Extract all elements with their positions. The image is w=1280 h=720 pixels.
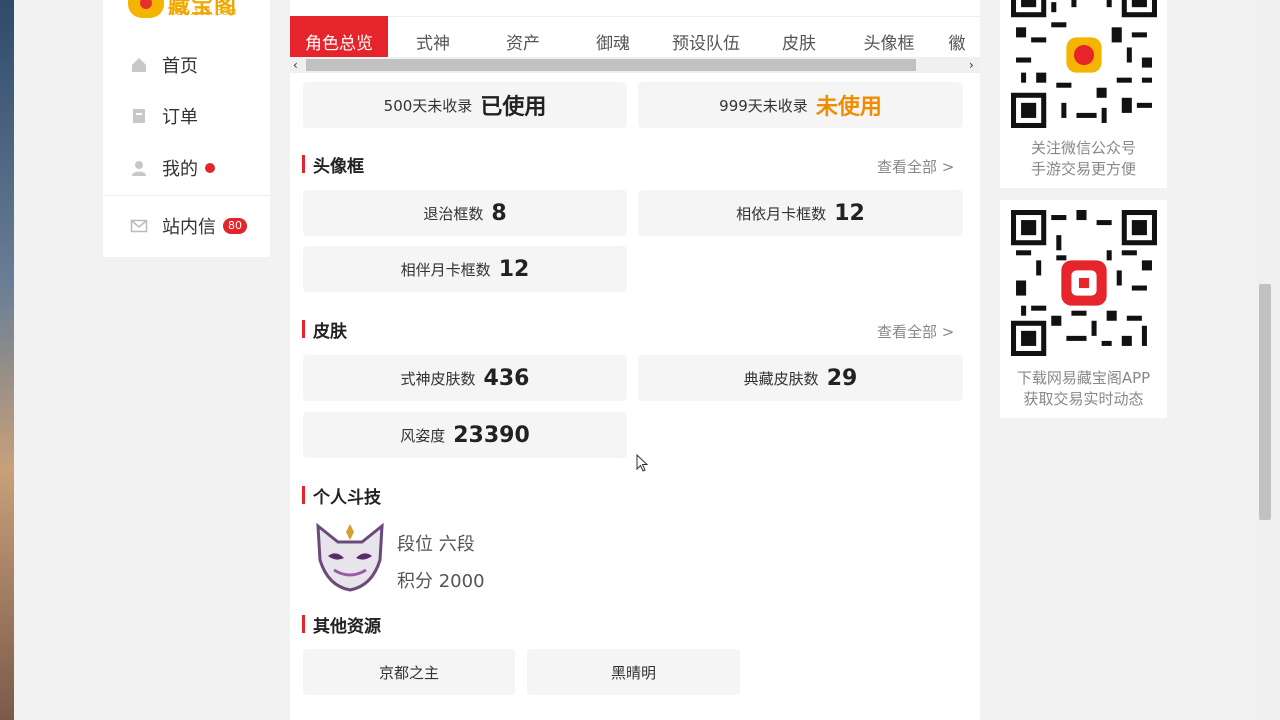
order-icon xyxy=(130,107,148,125)
resource-card: 黑晴明 xyxy=(527,649,740,695)
wechat-qr-card: 关注微信公众号 手游交易更方便 xyxy=(1000,0,1167,188)
card-label: 500天未收录 xyxy=(383,96,473,115)
section-accent-bar xyxy=(302,155,305,173)
tab-preset-team[interactable]: 预设队伍 xyxy=(658,16,754,58)
sidebar-item-messages[interactable]: 站内信 80 xyxy=(103,206,270,246)
chevron-left-icon[interactable]: ‹ xyxy=(293,57,298,73)
stat-card: 相依月卡框数 12 xyxy=(638,190,963,236)
rank-row: 段位 六段 xyxy=(397,530,475,556)
section-title-other: 其他资源 xyxy=(302,613,381,637)
logo-subtext: CBG.163.COM xyxy=(170,8,238,17)
score-label: 积分 xyxy=(397,571,433,592)
app-qr-code xyxy=(1011,210,1157,356)
sidebar-item-orders[interactable]: 订单 xyxy=(103,96,270,136)
card-value: 已使用 xyxy=(480,95,547,120)
sidebar-item-mine[interactable]: 我的 xyxy=(103,148,270,188)
tab-badge[interactable]: 徽 xyxy=(934,16,980,58)
stat-card: 相伴月卡框数 12 xyxy=(303,246,627,292)
rank-value: 六段 xyxy=(438,534,475,555)
tab-assets[interactable]: 资产 xyxy=(478,16,568,58)
resource-name: 京都之主 xyxy=(378,663,439,682)
page-scrollbar-thumb[interactable] xyxy=(1259,284,1271,520)
tab-shikigami[interactable]: 式神 xyxy=(388,16,478,58)
section-accent-bar xyxy=(302,615,305,633)
sidebar-item-home[interactable]: 首页 xyxy=(103,45,270,85)
card-label: 风姿度 xyxy=(400,426,446,445)
card-label: 相伴月卡框数 xyxy=(400,260,491,279)
card-value: 8 xyxy=(491,200,507,226)
unread-badge: 80 xyxy=(223,218,247,234)
tab-scrollbar-thumb[interactable] xyxy=(306,59,916,71)
user-icon xyxy=(130,159,148,177)
section-title-skins: 皮肤 xyxy=(302,318,347,342)
notification-dot xyxy=(205,163,215,173)
stat-card: 典藏皮肤数 29 xyxy=(638,355,963,401)
section-accent-bar xyxy=(302,320,305,338)
card-label: 999天未收录 xyxy=(719,96,808,115)
sidebar-item-label: 首页 xyxy=(162,56,198,77)
section-title-pvp: 个人斗技 xyxy=(302,484,381,508)
section-title-avatar-frame: 头像框 xyxy=(302,153,364,177)
score-row: 积分 2000 xyxy=(397,567,485,593)
status-card: 500天未收录 已使用 xyxy=(303,82,627,128)
home-icon xyxy=(130,56,148,74)
sidebar-item-label: 我的 xyxy=(162,159,198,180)
card-value: 12 xyxy=(498,256,530,282)
card-label: 相依月卡框数 xyxy=(736,204,827,223)
status-card: 999天未收录 未使用 xyxy=(638,82,963,128)
stat-card: 风姿度 23390 xyxy=(303,412,627,458)
score-value: 2000 xyxy=(438,571,485,592)
logo[interactable]: 藏宝阁 CBG.163.COM xyxy=(128,0,248,20)
sidebar-item-label: 订单 xyxy=(162,107,198,128)
tab-mitama[interactable]: 御魂 xyxy=(568,16,658,58)
mail-icon xyxy=(130,217,148,235)
desktop-background-left xyxy=(0,0,14,720)
resource-name: 黑晴明 xyxy=(610,663,656,682)
card-value: 未使用 xyxy=(815,95,882,120)
tab-role-overview[interactable]: 角色总览 xyxy=(290,16,388,58)
see-all-skins-link[interactable]: 查看全部 > xyxy=(877,321,954,342)
wechat-qr-code xyxy=(1011,0,1157,128)
chevron-right-icon[interactable]: › xyxy=(969,57,974,73)
card-value: 12 xyxy=(834,200,865,226)
card-value: 29 xyxy=(826,365,858,391)
card-label: 退治框数 xyxy=(423,204,484,223)
app-qr-card: 下载网易藏宝阁APP 获取交易实时动态 xyxy=(1000,200,1167,418)
tab-skins[interactable]: 皮肤 xyxy=(754,16,844,58)
stat-card: 式神皮肤数 436 xyxy=(303,355,627,401)
wechat-qr-caption: 关注微信公众号 手游交易更方便 xyxy=(1030,139,1136,178)
mouse-cursor-icon xyxy=(636,454,649,472)
logo-icon xyxy=(128,0,164,18)
sidebar-divider xyxy=(103,195,270,196)
resource-card: 京都之主 xyxy=(303,649,515,695)
section-accent-bar xyxy=(302,486,305,504)
card-label: 式神皮肤数 xyxy=(400,369,476,388)
rank-label: 段位 xyxy=(397,534,433,555)
see-all-avatar-frame-link[interactable]: 查看全部 > xyxy=(877,156,954,177)
stat-card: 退治框数 8 xyxy=(303,190,627,236)
sidebar-item-label: 站内信 xyxy=(162,217,216,238)
card-label: 典藏皮肤数 xyxy=(743,369,819,388)
tab-avatar-frame[interactable]: 头像框 xyxy=(844,16,934,58)
rank-mask-icon xyxy=(316,522,384,592)
card-value: 23390 xyxy=(453,422,530,448)
app-qr-caption: 下载网易藏宝阁APP 获取交易实时动态 xyxy=(1016,369,1151,408)
card-value: 436 xyxy=(483,365,530,391)
